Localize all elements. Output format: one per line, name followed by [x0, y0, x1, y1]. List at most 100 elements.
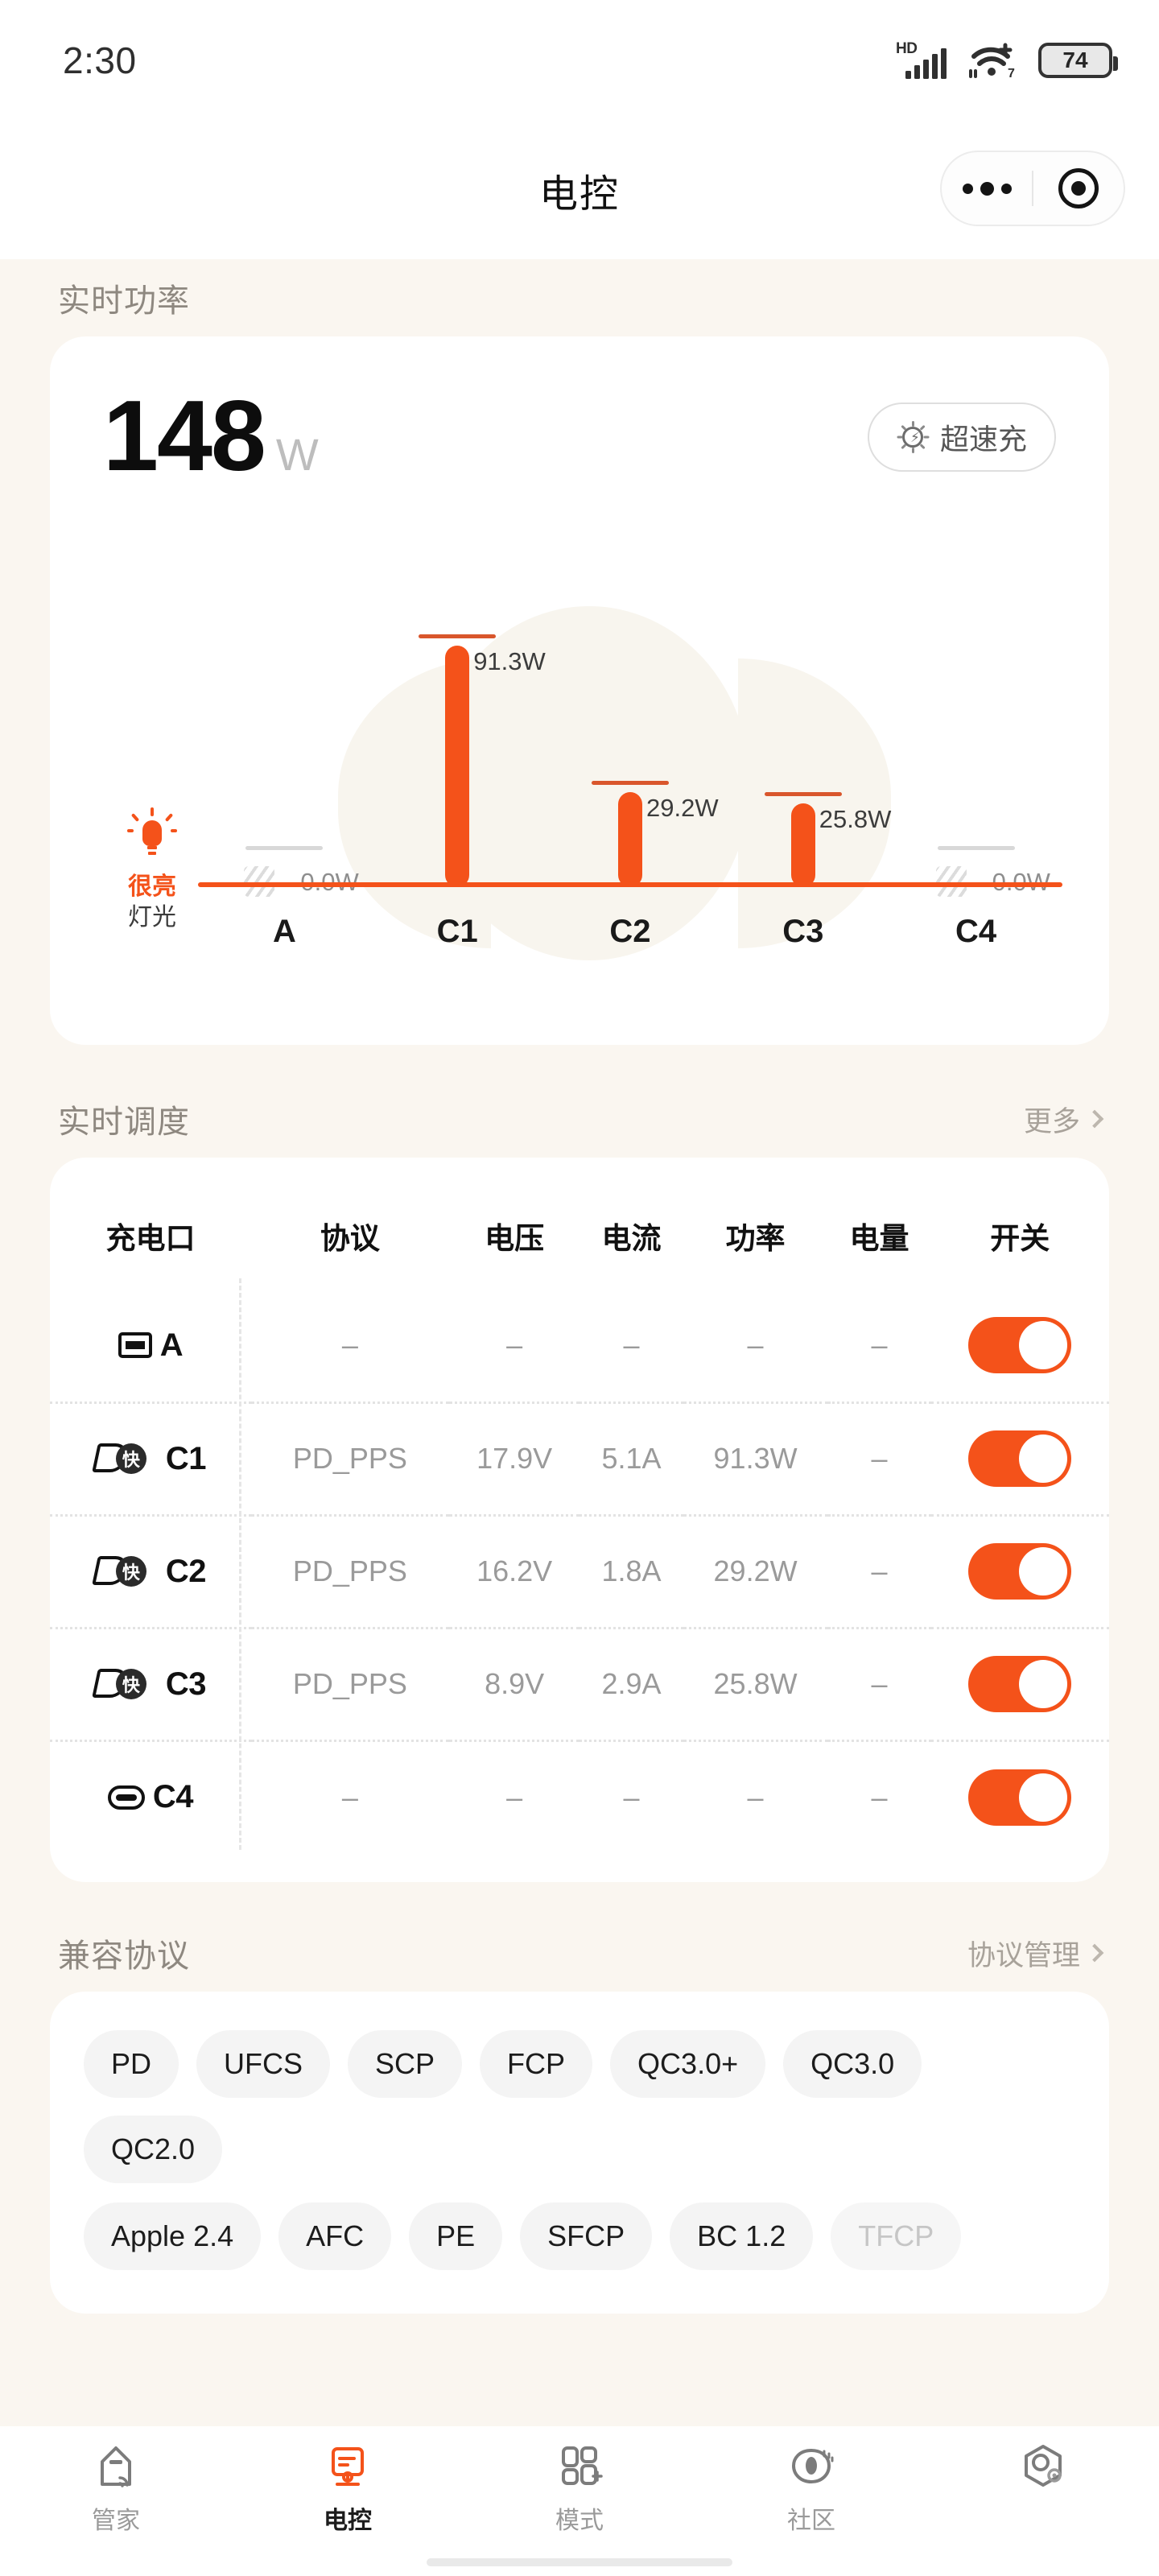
usb-c-fast-port-icon: 快 [92, 1667, 158, 1701]
port-switch-toggle[interactable] [968, 1317, 1072, 1374]
table-row: A – – – – – [50, 1290, 1109, 1402]
profile-hex-icon [1018, 2441, 1068, 2491]
total-power-readout: 148 W [103, 386, 319, 486]
cell-current: 2.9A [601, 1667, 662, 1700]
cell-voltage: 8.9V [485, 1667, 545, 1700]
port-switch-toggle[interactable] [968, 1769, 1072, 1826]
protocol-chip[interactable]: QC3.0 [783, 2030, 922, 2098]
fast-charge-button[interactable]: ⚡ 超速充 [867, 402, 1056, 472]
th-current: 电流 [601, 1222, 662, 1255]
port-label: C4 [152, 1779, 194, 1815]
light-indicator[interactable]: 很亮 灯光 [108, 807, 196, 932]
fast-charge-icon: ⚡ [897, 421, 930, 453]
table-row: C4 – – – – – [50, 1740, 1109, 1853]
protocol-chip[interactable]: BC 1.2 [670, 2202, 814, 2270]
miniprogram-capsule[interactable] [940, 151, 1125, 226]
th-voltage: 电压 [485, 1222, 545, 1255]
cell-port: C4 [50, 1740, 251, 1853]
protocol-section-title: 兼容协议 [58, 1938, 190, 1974]
protocol-chip-row-1: PD UFCS SCP FCP QC3.0+ QC3.0 QC2.0 [84, 2030, 1075, 2183]
port-switch-toggle[interactable] [968, 1656, 1072, 1712]
wifi-icon: 7 [967, 42, 1017, 80]
cell-power: – [747, 1780, 764, 1814]
lightbulb-icon [126, 807, 178, 865]
more-menu-button[interactable] [942, 152, 1032, 225]
scroll-content[interactable]: 实时功率 148 W ⚡ 超速充 很亮 灯光 A 91.3W C1 29.2W … [0, 259, 1159, 2426]
battery-icon: 74 [1038, 43, 1118, 78]
battery-level: 74 [1062, 47, 1088, 72]
protocol-chip[interactable]: Apple 2.4 [84, 2202, 262, 2270]
port-label: A [159, 1327, 184, 1363]
th-energy: 电量 [849, 1222, 909, 1255]
port-label: C3 [165, 1666, 207, 1702]
tab-profile[interactable] [927, 2441, 1159, 2500]
cell-current: – [623, 1328, 640, 1362]
cell-energy: – [871, 1780, 888, 1814]
usb-a-port-icon [118, 1332, 152, 1359]
protocol-chip[interactable]: SFCP [520, 2202, 653, 2270]
table-row: 快 C2 PD_PPS 16.2V 1.8A 29.2W – [50, 1515, 1109, 1628]
schedule-section-header: 实时调度 更多 [0, 1080, 1159, 1158]
bar-value-c1: 91.3W [473, 647, 546, 675]
th-switch: 开关 [990, 1222, 1050, 1255]
port-switch-toggle[interactable] [968, 1543, 1072, 1600]
protocol-chip[interactable]: AFC [278, 2202, 392, 2270]
schedule-more-label: 更多 [1023, 1105, 1080, 1137]
home-wifi-icon [91, 2441, 141, 2491]
tab-community[interactable]: 社区 [695, 2441, 927, 2536]
bar-c2 [617, 792, 642, 887]
chart-columns: 0.0W A 91.3W C1 29.2W [198, 578, 1062, 956]
chevron-right-icon [1085, 1943, 1104, 1963]
bar-value-c3: 25.8W [819, 805, 892, 833]
close-miniprogram-button[interactable] [1033, 152, 1124, 225]
cell-port: 快 C1 [50, 1402, 251, 1515]
mode-add-icon [555, 2441, 604, 2491]
chart-baseline [198, 882, 1062, 887]
nav-bar: 电控 [0, 121, 1159, 259]
cell-voltage: – [506, 1328, 523, 1362]
protocol-chip[interactable]: SCP [348, 2030, 463, 2098]
status-bar: 2:30 HD 7 74 [0, 0, 1159, 121]
bar-cap-c4 [937, 846, 1015, 850]
th-power: 功率 [725, 1222, 786, 1255]
cell-voltage: – [506, 1780, 523, 1814]
cell-switch [931, 1515, 1109, 1628]
cell-energy: – [871, 1328, 888, 1362]
chart-column-c3: 25.8W C3 [716, 578, 892, 956]
table-column-divider [239, 1278, 241, 1850]
protocol-chip-disabled[interactable]: TFCP [831, 2202, 962, 2270]
cell-protocol: PD_PPS [292, 1667, 407, 1700]
table-row: 快 C1 PD_PPS 17.9V 5.1A 91.3W – [50, 1402, 1109, 1515]
status-time: 2:30 [63, 39, 137, 81]
table-header-row: 充电口 协议 电压 电流 功率 电量 开关 [50, 1193, 1109, 1290]
bar-c3 [790, 803, 815, 887]
bar-value-c2: 29.2W [645, 794, 719, 822]
port-switch-toggle[interactable] [968, 1430, 1072, 1487]
total-power-unit: W [275, 429, 319, 480]
cell-energy: – [871, 1554, 888, 1587]
protocol-chip[interactable]: PD [84, 2030, 179, 2098]
protocol-section-header: 兼容协议 协议管理 [0, 1914, 1159, 1992]
protocol-chip[interactable]: QC2.0 [84, 2116, 223, 2183]
schedule-more-link[interactable]: 更多 [1023, 1099, 1104, 1140]
protocol-chip[interactable]: FCP [480, 2030, 593, 2098]
tab-mode[interactable]: 模式 [464, 2441, 695, 2536]
protocol-chip[interactable]: PE [409, 2202, 503, 2270]
cell-port: A [50, 1290, 251, 1402]
page-title: 电控 [538, 173, 620, 216]
cell-switch [931, 1628, 1109, 1740]
tab-label: 管家 [92, 2508, 140, 2534]
chart-label-c3: C3 [782, 914, 824, 949]
home-indicator [427, 2558, 732, 2566]
protocol-manage-link[interactable]: 协议管理 [967, 1933, 1104, 1974]
ellipsis-icon [962, 181, 1012, 196]
tab-butler[interactable]: 管家 [0, 2441, 232, 2536]
tab-power-control[interactable]: 电控 [232, 2441, 464, 2536]
total-power-value: 148 [103, 381, 266, 492]
cell-voltage: 17.9V [476, 1442, 553, 1475]
protocol-chip[interactable]: QC3.0+ [610, 2030, 766, 2098]
protocol-chip[interactable]: UFCS [196, 2030, 331, 2098]
protocol-chip-row-2: Apple 2.4 AFC PE SFCP BC 1.2 TFCP [84, 2202, 1075, 2270]
port-label: C2 [165, 1553, 207, 1589]
cellular-signal-icon: HD [896, 40, 947, 79]
